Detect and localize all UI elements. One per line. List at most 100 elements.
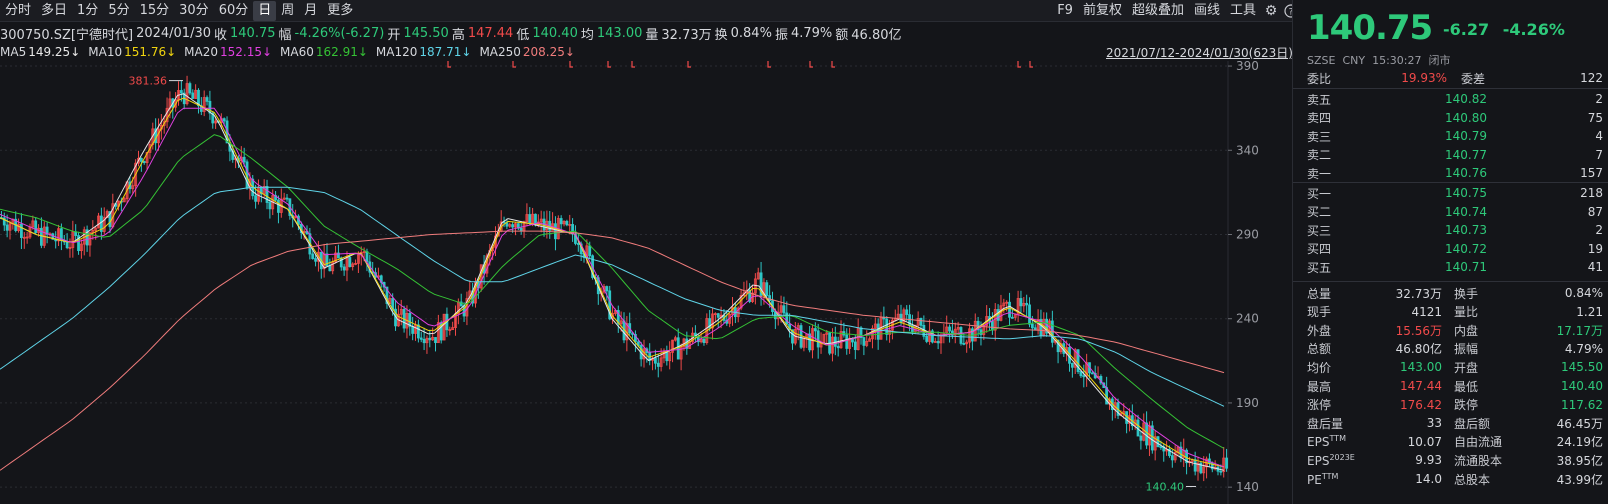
kline-chart[interactable]: 390 340 290 240 190 140 381.36 140.40 xyxy=(0,61,1290,504)
book-volume: 7 xyxy=(1595,147,1603,162)
period-tab[interactable]: 1分 xyxy=(72,1,103,21)
stat-label: 外盘 xyxy=(1307,322,1362,339)
open-label: 开 xyxy=(387,27,401,43)
ask-row[interactable]: 卖四 140.80 75 xyxy=(1307,109,1603,127)
stat-label: 盘后额 xyxy=(1454,416,1491,431)
change-value: -6.27 xyxy=(1443,20,1490,39)
y-tick-label: 390 xyxy=(1236,61,1259,73)
overlay-button[interactable]: 超级叠加 xyxy=(1127,0,1189,22)
stat-value: 46.80亿 xyxy=(1395,342,1442,357)
bid-row[interactable]: 买二 140.74 87 xyxy=(1307,203,1603,221)
ask-row[interactable]: 卖一 140.76 157 xyxy=(1307,164,1603,182)
bid-row[interactable]: 买四 140.72 19 xyxy=(1307,240,1603,258)
candle-down xyxy=(785,312,789,325)
ma-legend-item[interactable]: MA60 162.91↓ xyxy=(280,45,368,59)
swing-label: 振 xyxy=(774,27,788,43)
candle-down xyxy=(342,266,346,271)
stat-label: 自由流通 xyxy=(1454,435,1503,450)
y-tick-label: 240 xyxy=(1236,312,1259,326)
ma-legend-item[interactable]: MA10 151.76↓ xyxy=(88,45,176,59)
min-price-label: 140.40 xyxy=(1146,480,1185,493)
candle-down xyxy=(716,313,720,318)
ask-row[interactable]: 卖二 140.77 7 xyxy=(1307,146,1603,164)
candle-down xyxy=(242,156,246,163)
candle-down xyxy=(1145,422,1149,446)
stat-value: 1.21 xyxy=(1576,304,1603,319)
candle-down xyxy=(328,265,332,272)
f9-button[interactable]: F9 xyxy=(1052,0,1078,22)
stock-code-name[interactable]: 300750.SZ[宁德时代] xyxy=(0,24,133,43)
ma-legend-item[interactable]: MA120 187.71↓ xyxy=(376,45,472,59)
candle-down xyxy=(1193,459,1197,472)
stat-label-sup: TTM xyxy=(1329,434,1346,444)
ma-value: 151.76↓ xyxy=(124,45,177,59)
candle-down xyxy=(782,305,786,314)
period-tab[interactable]: 日 xyxy=(253,0,277,21)
stats-row: EPSTTM 10.07 自由流通 24.19亿 xyxy=(1307,433,1603,451)
book-volume: 4 xyxy=(1595,129,1603,143)
stat-value: 14.0 xyxy=(1415,472,1442,486)
book-volume: 87 xyxy=(1587,204,1603,219)
period-tab[interactable]: 30分 xyxy=(174,1,214,21)
candle-down xyxy=(254,195,257,202)
stat-label: 均价 xyxy=(1307,359,1362,376)
period-tab[interactable]: 5分 xyxy=(103,1,134,21)
close-label: 收 xyxy=(214,27,228,43)
candle-down xyxy=(979,329,983,335)
ma-legend-item[interactable]: MA250 208.25↓ xyxy=(479,45,575,59)
period-tab[interactable]: 周 xyxy=(276,1,299,21)
candle-down xyxy=(139,157,143,162)
stat-value: 117.62 xyxy=(1561,397,1603,412)
currency: CNY xyxy=(1342,54,1366,67)
candle-down xyxy=(416,324,420,339)
period-tab[interactable]: 月 xyxy=(299,1,322,21)
stat-value: 46.45万 xyxy=(1556,416,1603,431)
y-tick-label: 140 xyxy=(1236,480,1259,494)
candle-down xyxy=(419,337,423,340)
ma-label: MA5 xyxy=(0,45,27,59)
bid-row[interactable]: 买一 140.75 218 xyxy=(1307,184,1603,202)
toolbar-right: F9 前复权 超级叠加 画线 工具 ⚙ ? » xyxy=(1052,0,1321,22)
high-value: 147.44 xyxy=(467,25,514,41)
volume-value: 32.73万 xyxy=(661,27,712,43)
ask-row[interactable]: 卖五 140.82 2 xyxy=(1307,90,1603,108)
book-level-label: 买一 xyxy=(1307,186,1332,201)
stat-label-text: 盘后量 xyxy=(1307,416,1344,431)
book-level-label: 买四 xyxy=(1307,242,1332,256)
book-price: 140.75 xyxy=(1445,186,1487,200)
ma-line-ma20 xyxy=(0,107,1225,468)
ma-legend-item[interactable]: MA5 149.25↓ xyxy=(0,45,80,59)
period-tab[interactable]: 分时 xyxy=(0,1,36,21)
last-price: 140.75 xyxy=(1307,8,1433,48)
candle-down xyxy=(853,341,857,351)
tools-button[interactable]: 工具 xyxy=(1225,0,1261,22)
period-tab[interactable]: 更多 xyxy=(322,1,358,21)
period-tab[interactable]: 60分 xyxy=(214,1,254,21)
candle-down xyxy=(554,223,557,240)
period-tab[interactable]: 15分 xyxy=(135,1,175,21)
ma-value: 162.91↓ xyxy=(315,45,368,59)
candle-down xyxy=(1090,372,1094,375)
candle-down xyxy=(1082,375,1086,378)
candle-down xyxy=(365,251,369,263)
draw-line-button[interactable]: 画线 xyxy=(1189,0,1225,22)
ma-legend-item[interactable]: MA20 152.15↓ xyxy=(184,45,272,59)
max-price-label: 381.36 xyxy=(129,75,168,88)
bid-row[interactable]: 买三 140.73 2 xyxy=(1307,221,1603,239)
candle-down xyxy=(1070,362,1074,368)
stat-label: PETTM xyxy=(1307,472,1362,487)
candle-down xyxy=(222,118,226,122)
candle-down xyxy=(1019,298,1023,307)
bid-row[interactable]: 买五 140.71 41 xyxy=(1307,258,1603,276)
date-range-label[interactable]: 2021/07/12-2024/01/30(623日) xyxy=(1106,44,1293,61)
quote-date: 2024/01/30 xyxy=(136,25,211,41)
stat-value: 4121 xyxy=(1411,304,1442,319)
stat-value: 145.50 xyxy=(1561,360,1603,375)
candle-down xyxy=(411,325,415,334)
gear-icon[interactable]: ⚙ xyxy=(1261,0,1281,22)
ask-row[interactable]: 卖三 140.79 4 xyxy=(1307,127,1603,145)
divider xyxy=(1293,182,1608,183)
stat-value: 43.99亿 xyxy=(1556,472,1603,487)
period-tab[interactable]: 多日 xyxy=(36,1,72,21)
fuquan-button[interactable]: 前复权 xyxy=(1078,0,1127,22)
